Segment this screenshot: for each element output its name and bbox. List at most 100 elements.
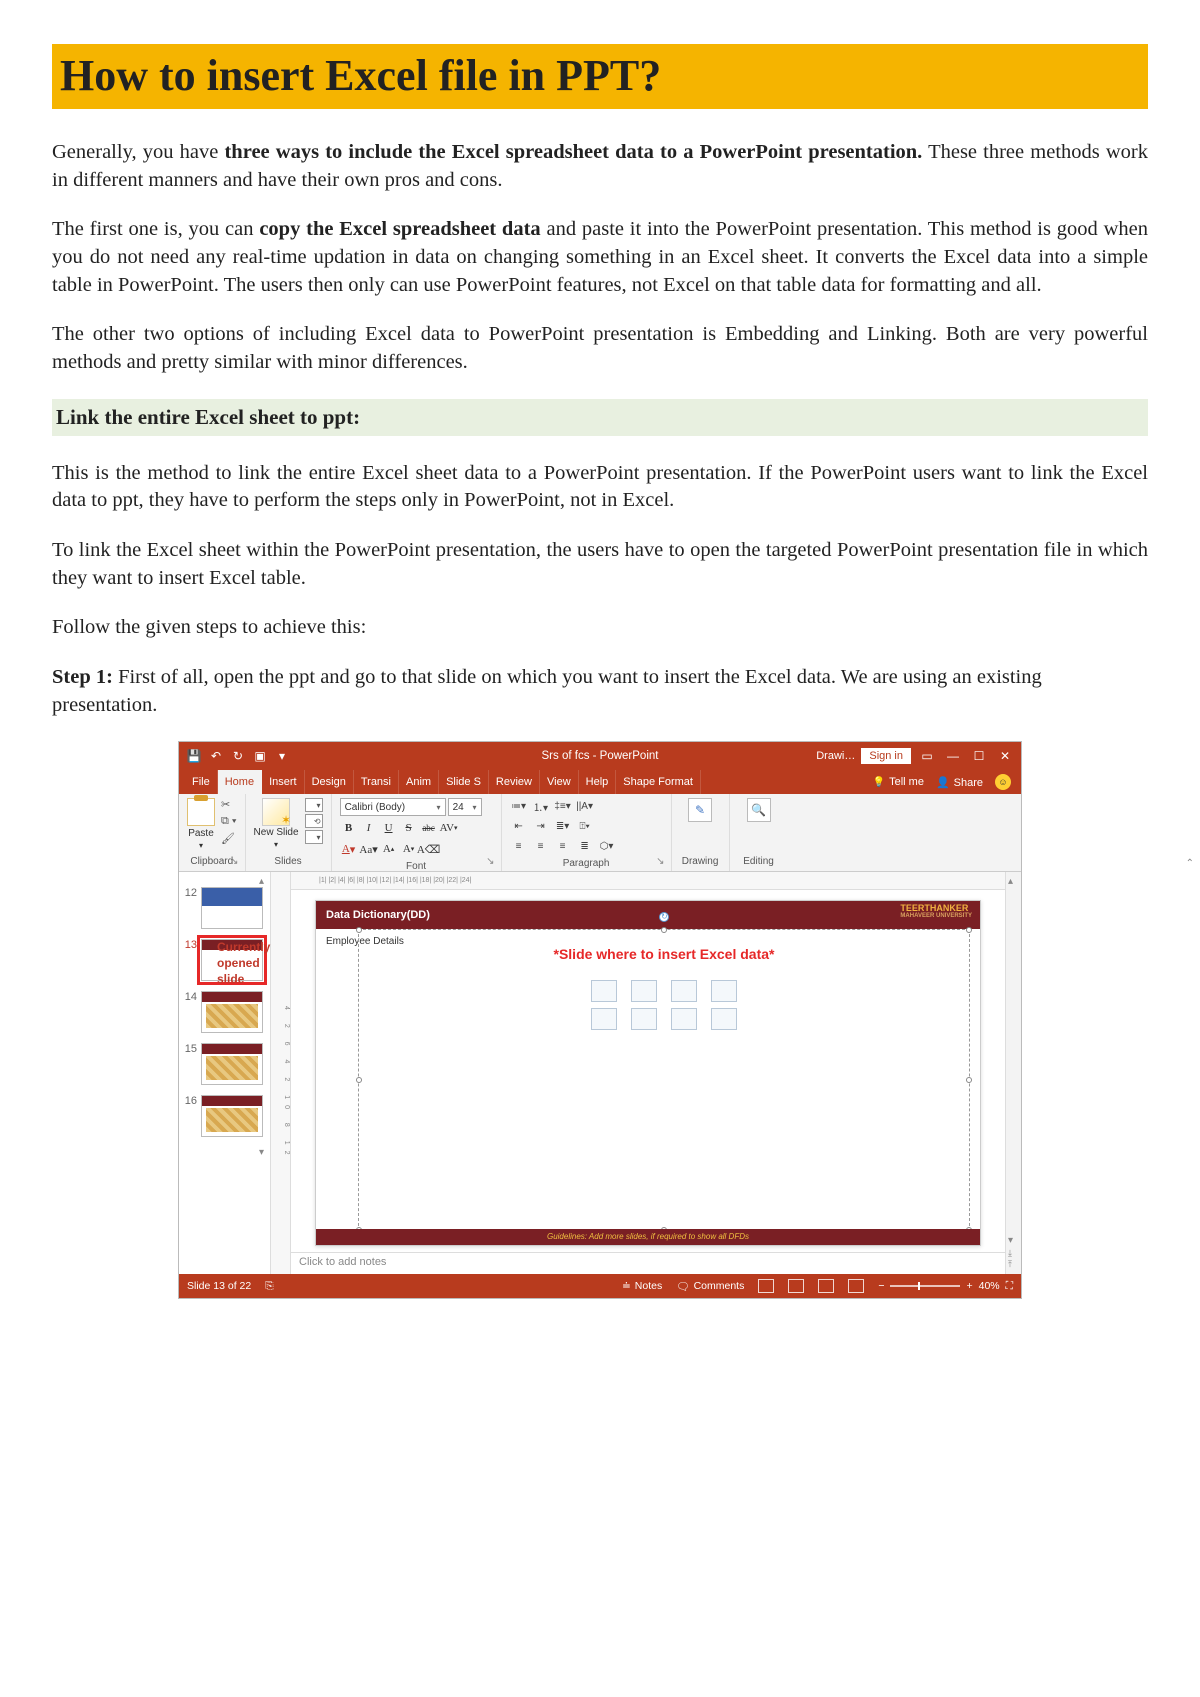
thumbnail-15[interactable]: 15 <box>183 1043 270 1085</box>
tab-file[interactable]: File <box>185 770 218 794</box>
vertical-scrollbar[interactable]: ▴ ▾ ⤓⤒ <box>1005 872 1021 1274</box>
resize-handle[interactable] <box>356 1077 362 1083</box>
share-button[interactable]: 👤Share <box>936 776 983 789</box>
grow-font-icon[interactable]: A▴ <box>380 840 398 858</box>
scroll-up-icon[interactable]: ▴ <box>1008 876 1013 887</box>
change-case-icon[interactable]: Aa▾ <box>360 840 378 858</box>
redo-icon[interactable]: ↻ <box>231 749 245 763</box>
insert-icon-icon[interactable] <box>711 1008 737 1030</box>
dialog-launcher-icon[interactable]: ↘ <box>656 856 664 867</box>
section-icon[interactable]: ▾ <box>305 830 323 844</box>
underline-icon[interactable]: U <box>380 819 398 837</box>
decrease-indent-icon[interactable]: ⇤ <box>510 818 528 834</box>
content-placeholder[interactable]: *Slide where to insert Excel data* <box>358 929 970 1231</box>
insert-video-icon[interactable] <box>671 1008 697 1030</box>
justify-icon[interactable]: ≣ <box>576 838 594 854</box>
zoom-slider[interactable]: − + 40% ⛶ <box>878 1280 1013 1293</box>
paste-button[interactable]: Paste▾ <box>187 798 215 850</box>
columns-icon[interactable]: ≣▾ <box>554 818 572 834</box>
tab-help[interactable]: Help <box>579 770 617 794</box>
insert-online-pictures-icon[interactable] <box>631 1008 657 1030</box>
zoom-out-icon[interactable]: − <box>878 1280 884 1292</box>
tab-design[interactable]: Design <box>305 770 354 794</box>
zoom-in-icon[interactable]: + <box>966 1280 972 1292</box>
notes-toggle[interactable]: ≐ Notes <box>622 1280 662 1292</box>
line-spacing-icon[interactable]: ‡≡▾ <box>554 798 572 814</box>
qat-more-icon[interactable]: ▾ <box>275 749 289 763</box>
tab-review[interactable]: Review <box>489 770 540 794</box>
insert-smartart-icon[interactable] <box>671 980 697 1002</box>
italic-icon[interactable]: I <box>360 819 378 837</box>
tab-transitions[interactable]: Transi <box>354 770 399 794</box>
slide-preview[interactable]: Data Dictionary(DD) TEERTHANKER MAHAVEER… <box>315 900 981 1246</box>
find-icon[interactable]: 🔍 <box>747 798 771 822</box>
drawing-icon[interactable]: ✎ <box>688 798 712 822</box>
rotate-handle-icon[interactable] <box>659 912 669 922</box>
tab-shape-format[interactable]: Shape Format <box>616 770 701 794</box>
slideshow-view-icon[interactable] <box>848 1279 864 1293</box>
next-slide-icon[interactable]: ⤓⤒ <box>1008 1248 1012 1270</box>
feedback-smiley-icon[interactable]: ☺ <box>995 774 1011 790</box>
accessibility-icon[interactable]: ⎘ <box>265 1280 273 1293</box>
insert-chart-icon[interactable] <box>631 980 657 1002</box>
slideshow-from-start-icon[interactable]: ▣ <box>253 749 267 763</box>
cut-icon[interactable]: ✂ <box>221 798 237 811</box>
bold-icon[interactable]: B <box>340 819 358 837</box>
zoom-percent[interactable]: 40% <box>979 1280 1000 1292</box>
thumbnail-16[interactable]: 16 <box>183 1095 270 1137</box>
copy-icon[interactable]: ⧉ ▾ <box>221 815 237 828</box>
new-slide-button[interactable]: New Slide▾ <box>254 798 299 849</box>
align-text-icon[interactable]: ⍐▾ <box>576 818 594 834</box>
save-icon[interactable]: 💾 <box>187 749 201 763</box>
notes-pane[interactable]: Click to add notes <box>291 1252 1005 1274</box>
align-right-icon[interactable]: ≡ <box>554 838 572 854</box>
collapse-ribbon-icon[interactable]: ⌃ <box>1186 858 1194 869</box>
font-size-combo[interactable]: 24▾ <box>448 798 482 816</box>
insert-3d-model-icon[interactable] <box>711 980 737 1002</box>
tab-animations[interactable]: Anim <box>399 770 439 794</box>
thumbnail-14[interactable]: 14 <box>183 991 270 1033</box>
tab-insert[interactable]: Insert <box>262 770 305 794</box>
tab-slide-show[interactable]: Slide S <box>439 770 489 794</box>
increase-indent-icon[interactable]: ⇥ <box>532 818 550 834</box>
tab-view[interactable]: View <box>540 770 579 794</box>
scroll-down-icon[interactable]: ▾ <box>1008 1235 1013 1246</box>
undo-icon[interactable]: ↶ <box>209 749 223 763</box>
text-direction-icon[interactable]: ||A▾ <box>576 798 594 814</box>
shadow-icon[interactable]: S <box>400 819 418 837</box>
numbering-icon[interactable]: ⒈▾ <box>532 798 550 814</box>
convert-smartart-icon[interactable]: ⬡▾ <box>598 838 616 854</box>
layout-icon[interactable]: ▾ <box>305 798 323 812</box>
reset-icon[interactable]: ⟲ <box>305 814 323 828</box>
dialog-launcher-icon[interactable]: ↘ <box>230 856 238 867</box>
ribbon-display-options-icon[interactable]: ▭ <box>917 749 937 763</box>
align-center-icon[interactable]: ≡ <box>532 838 550 854</box>
font-name-combo[interactable]: Calibri (Body)▾ <box>340 798 446 816</box>
insert-pictures-icon[interactable] <box>591 1008 617 1030</box>
sign-in-button[interactable]: Sign in <box>861 748 911 764</box>
char-spacing-icon[interactable]: AV▾ <box>440 819 458 837</box>
minimize-icon[interactable]: — <box>943 749 963 763</box>
bullets-icon[interactable]: ≔▾ <box>510 798 528 814</box>
tab-home[interactable]: Home <box>218 770 262 794</box>
clear-formatting-icon[interactable]: A⌫ <box>420 840 438 858</box>
close-icon[interactable]: ✕ <box>995 749 1015 763</box>
font-color-icon[interactable]: A▾ <box>340 840 358 858</box>
resize-handle[interactable] <box>661 927 667 933</box>
align-left-icon[interactable]: ≡ <box>510 838 528 854</box>
tell-me-search[interactable]: Tell me <box>873 776 924 788</box>
dialog-launcher-icon[interactable]: ↘ <box>486 856 494 867</box>
resize-handle[interactable] <box>356 927 362 933</box>
resize-handle[interactable] <box>966 1077 972 1083</box>
normal-view-icon[interactable] <box>758 1279 774 1293</box>
reading-view-icon[interactable] <box>818 1279 834 1293</box>
thumbnail-12[interactable]: 12 <box>183 887 270 929</box>
format-painter-icon[interactable]: 🖌 <box>221 832 237 845</box>
resize-handle[interactable] <box>966 927 972 933</box>
strikethrough-icon[interactable]: abc <box>420 819 438 837</box>
fit-to-window-icon[interactable]: ⛶ <box>1006 1280 1013 1293</box>
insert-table-icon[interactable] <box>591 980 617 1002</box>
slide-sorter-view-icon[interactable] <box>788 1279 804 1293</box>
shrink-font-icon[interactable]: A▾ <box>400 840 418 858</box>
comments-toggle[interactable]: 🗨 Comments <box>676 1280 744 1293</box>
